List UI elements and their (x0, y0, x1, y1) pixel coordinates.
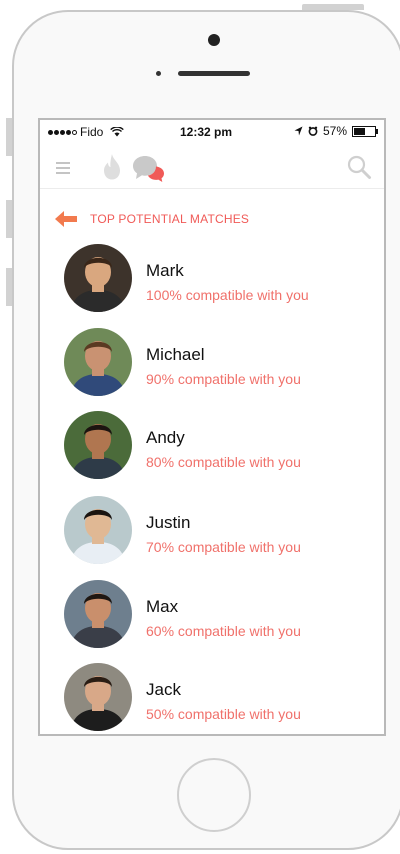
match-list-item[interactable]: Jack 50% compatible with you (64, 663, 364, 733)
match-name: Max (146, 597, 179, 616)
avatar[interactable] (64, 411, 132, 479)
flame-icon[interactable] (100, 153, 124, 181)
alarm-clock-icon (308, 126, 318, 136)
carrier-name: Fido (80, 125, 104, 139)
match-compatibility: 100% compatible with you (146, 287, 309, 303)
phone-screen: Fido 12:32 pm 57% TOP POTENTIAL MATCHES … (38, 118, 386, 736)
match-compatibility: 70% compatible with you (146, 539, 301, 555)
avatar[interactable] (64, 328, 132, 396)
avatar[interactable] (64, 580, 132, 648)
match-list-item[interactable]: Justin 70% compatible with you (64, 496, 364, 566)
battery-percentage: 57% (322, 124, 347, 138)
section-title: TOP POTENTIAL MATCHES (90, 212, 250, 226)
match-compatibility: 80% compatible with you (146, 454, 301, 470)
match-list-item[interactable]: Michael 90% compatible with you (64, 328, 364, 398)
status-time: 12:32 pm (180, 125, 233, 139)
hamburger-menu-icon[interactable] (56, 162, 70, 177)
match-name: Mark (146, 261, 184, 280)
avatar[interactable] (64, 244, 132, 312)
wifi-icon (110, 127, 125, 137)
battery-icon (352, 125, 378, 137)
avatar[interactable] (64, 496, 132, 564)
battery-level (354, 127, 366, 135)
match-name: Andy (146, 428, 185, 447)
earpiece-speaker (178, 71, 250, 76)
carrier-info: Fido (48, 125, 125, 139)
match-compatibility: 50% compatible with you (146, 706, 301, 722)
chat-bubbles-icon[interactable] (132, 154, 166, 184)
match-compatibility: 90% compatible with you (146, 371, 301, 387)
front-camera (208, 34, 220, 46)
back-arrow-icon[interactable] (54, 210, 78, 228)
avatar[interactable] (64, 663, 132, 731)
proximity-sensor (156, 71, 161, 76)
home-button[interactable] (177, 758, 251, 832)
status-right: 57% (294, 124, 378, 138)
status-bar: Fido 12:32 pm 57% (40, 120, 384, 144)
match-list-item[interactable]: Andy 80% compatible with you (64, 411, 364, 481)
match-list-item[interactable]: Max 60% compatible with you (64, 580, 364, 650)
match-name: Justin (146, 513, 191, 532)
location-arrow-icon (294, 126, 303, 136)
match-list-item[interactable]: Mark 100% compatible with you (64, 244, 364, 314)
search-icon[interactable] (346, 154, 372, 180)
app-header (40, 144, 384, 189)
match-name: Michael (146, 345, 205, 364)
section-header: TOP POTENTIAL MATCHES (54, 210, 249, 228)
match-compatibility: 60% compatible with you (146, 623, 301, 639)
match-name: Jack (146, 680, 181, 699)
signal-strength-icon (48, 129, 77, 135)
